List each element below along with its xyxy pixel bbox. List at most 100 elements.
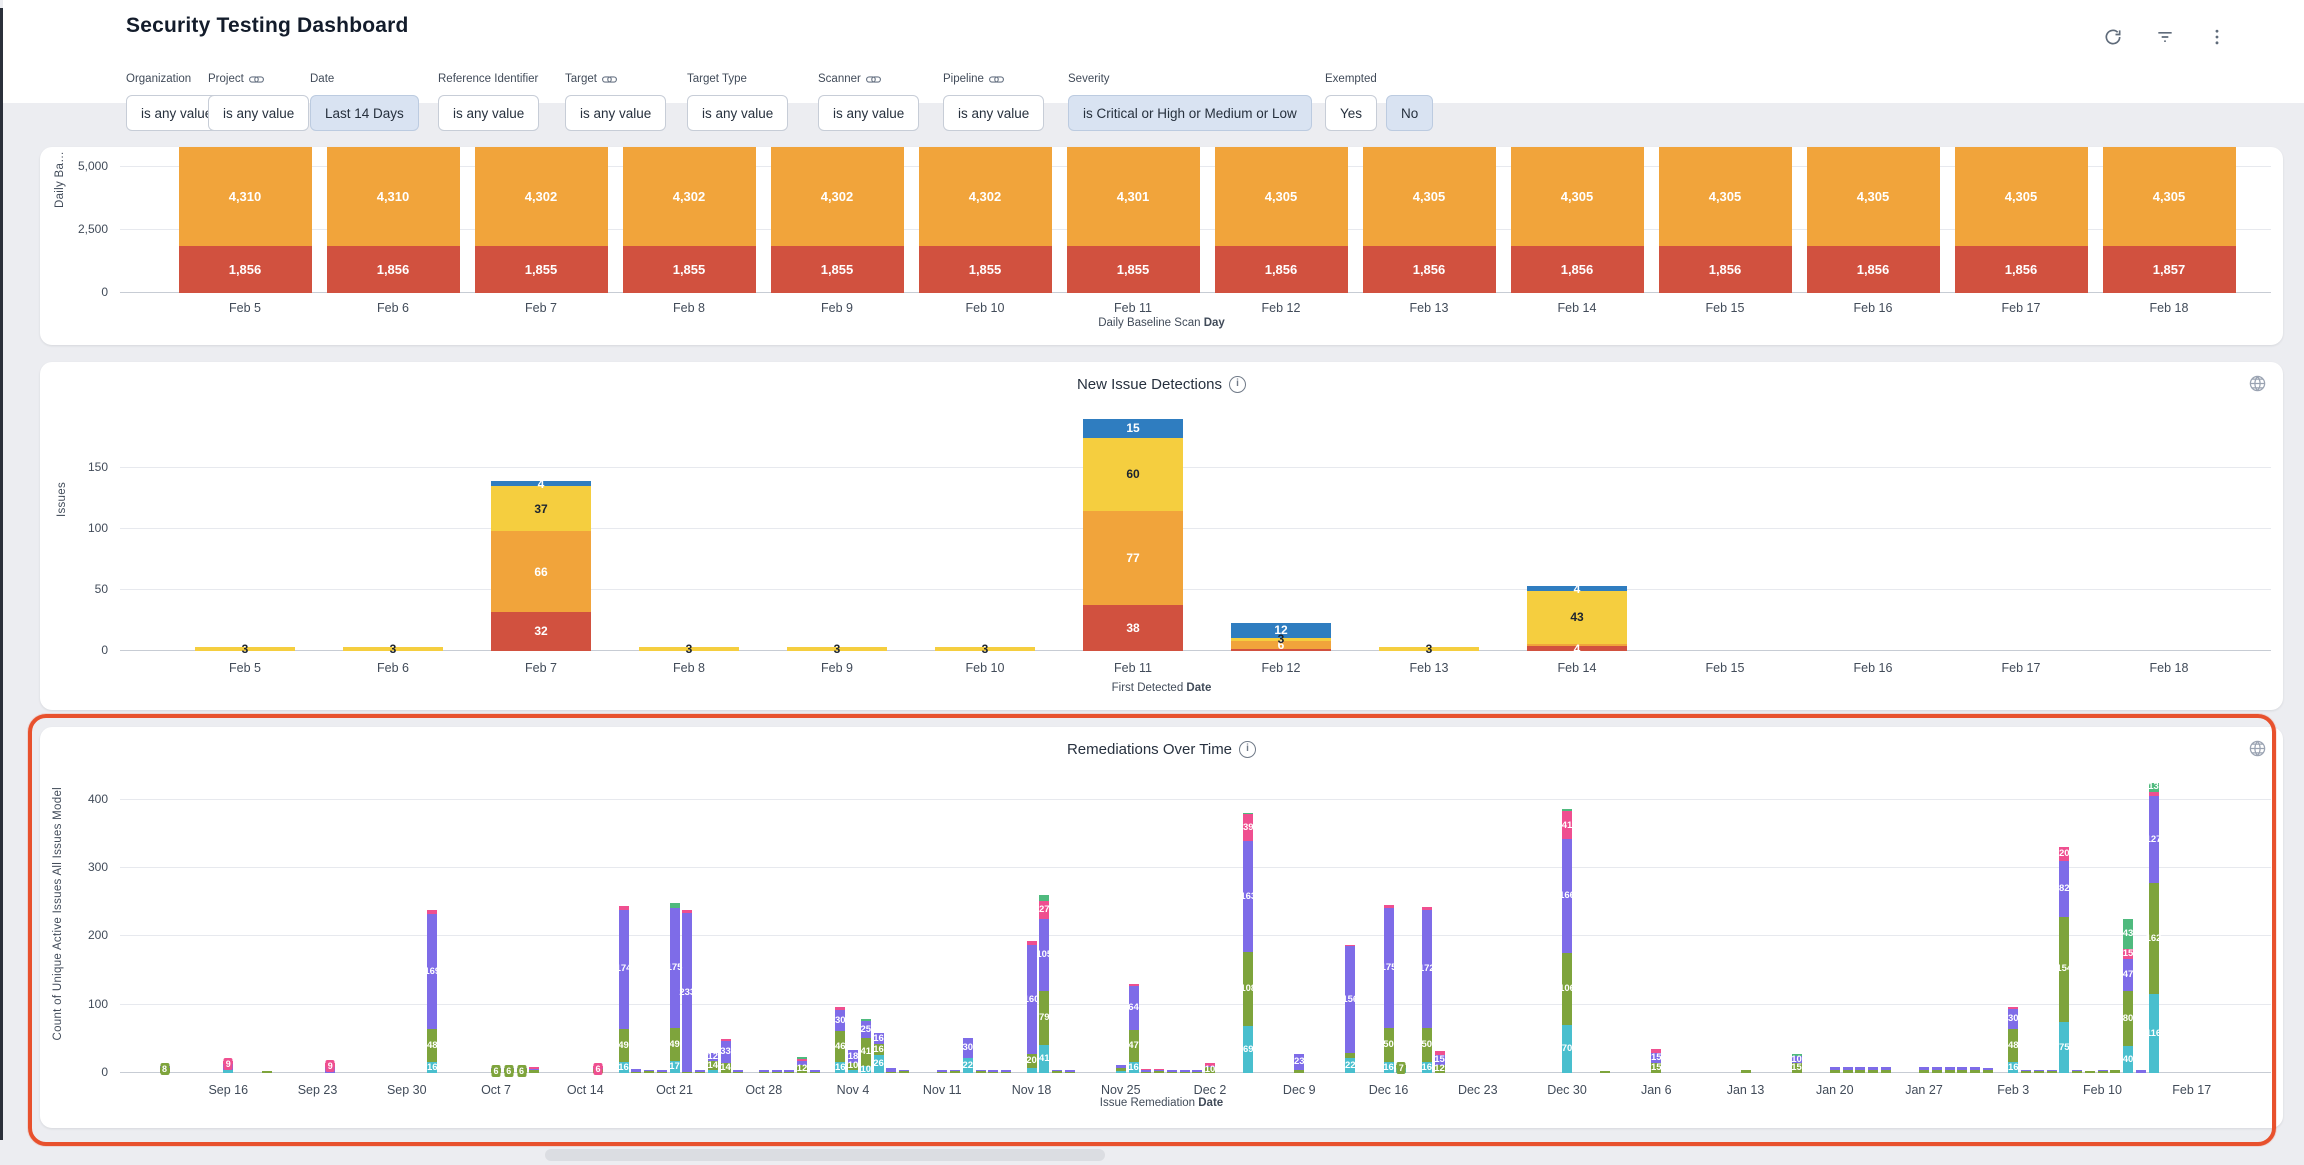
bar-segment[interactable] (1562, 809, 1572, 812)
bar-segment[interactable]: 156 (1345, 946, 1355, 1053)
bar-day98[interactable]: 1650175 (1384, 905, 1394, 1073)
bar-segment[interactable] (1422, 907, 1432, 910)
bar-segment[interactable] (861, 1019, 871, 1021)
bar-segment[interactable] (1141, 1070, 1151, 1071)
bar-segment[interactable]: 60 (1083, 438, 1183, 511)
bar-segment[interactable]: 15 (1651, 1063, 1661, 1073)
bar-Feb11[interactable]: 1,8554,301 (1067, 147, 1200, 293)
bar-segment[interactable]: 46 (835, 1031, 845, 1062)
bar-segment[interactable] (1983, 1070, 1993, 1073)
bar-segment[interactable]: 1,855 (623, 246, 756, 293)
bar-segment[interactable]: 16 (874, 1033, 884, 1044)
bar-day7[interactable]: 9 (223, 1061, 233, 1073)
bar-segment[interactable] (1970, 1067, 1980, 1070)
bar-segment[interactable]: 16 (619, 1062, 629, 1073)
bar-Feb17[interactable]: 1,8564,305 (1955, 147, 2088, 293)
bar-day77[interactable] (1116, 1065, 1126, 1073)
bar-segment[interactable] (937, 1070, 947, 1071)
bar-day152[interactable] (2072, 1070, 2082, 1073)
bar-segment[interactable] (1027, 941, 1037, 944)
bar-day87[interactable]: 6910816339 (1243, 813, 1253, 1073)
bar-segment[interactable]: 127 (2149, 796, 2159, 883)
bar-day60[interactable] (899, 1070, 909, 1073)
bar-segment[interactable]: 22 (963, 1058, 973, 1073)
bar-segment[interactable]: 4,305 (1215, 147, 1348, 246)
bar-day149[interactable] (2034, 1070, 2044, 1073)
bar-segment[interactable]: 41 (861, 1038, 871, 1066)
bar-day82[interactable] (1180, 1070, 1190, 1073)
bar-segment[interactable]: 26 (874, 1055, 884, 1073)
bar-day43[interactable]: 233 (682, 910, 692, 1073)
bar-segment[interactable]: 15 (2123, 949, 2133, 959)
bar-day158[interactable]: 11616212713 (2149, 783, 2159, 1073)
bar-segment[interactable]: 116 (2149, 994, 2159, 1073)
bar-segment[interactable] (1192, 1070, 1202, 1071)
bar-segment[interactable]: 1,856 (1659, 246, 1792, 293)
bar-segment[interactable]: 13 (2149, 783, 2159, 792)
filter-exempted-yes[interactable]: Yes (1325, 95, 1377, 131)
bar-Feb8[interactable]: 3 (639, 647, 739, 651)
bar-day63[interactable] (937, 1070, 947, 1073)
bar-Feb14[interactable]: 1,8564,305 (1511, 147, 1644, 293)
bar-segment[interactable]: 169 (427, 914, 437, 1029)
bar-day83[interactable] (1192, 1070, 1202, 1073)
bar-segment[interactable]: 4 (1527, 646, 1627, 651)
bar-Feb8[interactable]: 1,8554,302 (623, 147, 756, 293)
bar-segment[interactable]: 4,302 (919, 147, 1052, 246)
bar-day23[interactable]: 1648169 (427, 910, 437, 1073)
bar-segment[interactable]: 175 (670, 908, 680, 1028)
bar-segment[interactable]: 3 (935, 647, 1035, 651)
bar-segment[interactable]: 14 (721, 1063, 731, 1073)
bar-day36[interactable]: 6 (593, 1066, 603, 1073)
bar-day15[interactable]: 9 (325, 1063, 335, 1073)
bar-segment[interactable]: 4,310 (179, 147, 312, 246)
bar-segment[interactable] (1932, 1070, 1942, 1073)
bar-segment[interactable]: 166 (1562, 839, 1572, 952)
bar-segment[interactable] (937, 1072, 947, 1073)
bar-segment[interactable]: 49 (670, 1028, 680, 1061)
bar-day38[interactable]: 1649174 (619, 906, 629, 1073)
bar-segment[interactable] (1294, 1070, 1304, 1073)
filter-date-value[interactable]: Last 14 Days (310, 95, 419, 131)
bar-segment[interactable] (1141, 1072, 1151, 1073)
bar-segment[interactable]: 22 (1345, 1058, 1355, 1073)
bar-segment[interactable]: 48 (2008, 1029, 2018, 1062)
bar-segment[interactable]: 15 (1435, 1055, 1445, 1065)
bar-segment[interactable]: 4,301 (1067, 147, 1200, 246)
bar-segment[interactable] (631, 1072, 641, 1073)
bar-segment[interactable]: 106 (1562, 953, 1572, 1025)
bar-segment[interactable] (682, 1072, 692, 1073)
bar-day153[interactable] (2085, 1071, 2095, 1073)
bar-segment[interactable]: 3 (787, 647, 887, 651)
bar-Feb10[interactable]: 1,8554,302 (919, 147, 1052, 293)
bar-day79[interactable] (1141, 1069, 1151, 1073)
info-icon[interactable]: i (1239, 741, 1256, 758)
bar-segment[interactable]: 43 (1527, 591, 1627, 643)
bar-day145[interactable] (1983, 1068, 1993, 1073)
bar-segment[interactable] (950, 1070, 960, 1071)
bar-segment[interactable] (2136, 1070, 2146, 1073)
bar-day155[interactable] (2110, 1070, 2120, 1073)
bar-segment[interactable] (976, 1070, 986, 1071)
bar-segment[interactable] (759, 1072, 769, 1073)
bar-segment[interactable]: 80 (2123, 991, 2133, 1046)
bar-segment[interactable]: 30 (2008, 1009, 2018, 1029)
bar-segment[interactable] (670, 903, 680, 908)
bar-segment[interactable]: 16 (1422, 1062, 1432, 1073)
bar-segment[interactable] (1868, 1070, 1878, 1073)
bar-Feb13[interactable]: 1,8564,305 (1363, 147, 1496, 293)
bar-Feb12[interactable]: 1,8564,305 (1215, 147, 1348, 293)
bar-segment[interactable]: 10 (861, 1066, 871, 1073)
bar-segment[interactable]: 82 (2059, 861, 2069, 917)
bar-day40[interactable] (644, 1070, 654, 1073)
bar-segment[interactable]: 79 (1039, 991, 1049, 1045)
kebab-menu-icon[interactable] (2206, 26, 2228, 48)
bar-segment[interactable]: 66 (491, 531, 591, 612)
bar-segment[interactable]: 1,855 (771, 246, 904, 293)
bar-segment[interactable]: 3 (1231, 638, 1331, 642)
bar-Feb6[interactable]: 1,8564,310 (327, 147, 460, 293)
bar-segment[interactable] (427, 910, 437, 913)
bar-day142[interactable] (1945, 1067, 1955, 1073)
bar-segment[interactable] (1243, 813, 1253, 814)
bar-day67[interactable] (988, 1070, 998, 1073)
